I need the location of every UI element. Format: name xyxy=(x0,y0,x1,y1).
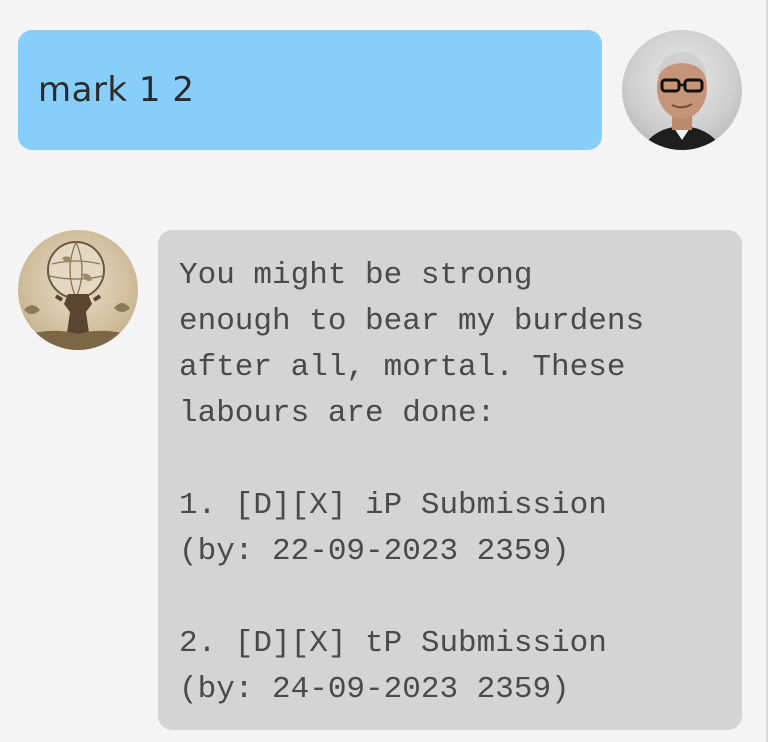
bot-message-blank-line xyxy=(179,437,724,483)
task-item-1: 1. [D][X] iP Submission xyxy=(179,488,607,523)
bot-message-line: labours are done: xyxy=(179,396,496,431)
bot-message-bubble: You might be strong enough to bear my bu… xyxy=(158,230,742,730)
bot-message-line: after all, mortal. These xyxy=(179,350,626,385)
chat-window: mark 1 2 You might be strong enough to b… xyxy=(0,0,766,742)
user-avatar-image xyxy=(642,52,722,150)
user-message-bubble: mark 1 2 xyxy=(18,30,602,150)
task-item-2-deadline: (by: 24-09-2023 2359) xyxy=(179,672,570,707)
bot-message-blank-line xyxy=(179,575,724,621)
atlas-avatar-image xyxy=(18,241,138,350)
bot-message-line: enough to bear my burdens xyxy=(179,304,645,339)
bot-message-line: You might be strong xyxy=(179,258,533,293)
user-message-text: mark 1 2 xyxy=(38,70,195,110)
task-item-2: 2. [D][X] tP Submission xyxy=(179,626,607,661)
task-item-1-deadline: (by: 22-09-2023 2359) xyxy=(179,534,570,569)
user-avatar xyxy=(622,30,742,150)
atlas-avatar xyxy=(18,230,138,350)
